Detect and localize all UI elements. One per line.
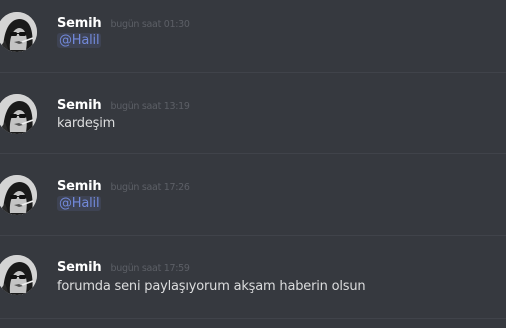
avatar-image — [0, 175, 37, 215]
message-divider — [0, 318, 506, 319]
username[interactable]: Semih — [57, 260, 102, 275]
timestamp: bugün saat 13:19 — [110, 101, 190, 112]
message-divider — [0, 153, 506, 154]
username[interactable]: Semih — [57, 179, 102, 194]
avatar-image — [0, 94, 37, 134]
avatar[interactable] — [0, 255, 37, 295]
message-content: kardeşim — [57, 116, 116, 131]
avatar[interactable] — [0, 175, 37, 215]
message-group: Semih bugün saat 13:19 kardeşim — [0, 82, 506, 164]
avatar[interactable] — [0, 12, 37, 52]
message-content: forumda seni paylaşıyorum akşam haberin … — [57, 279, 366, 294]
username[interactable]: Semih — [57, 98, 102, 113]
username[interactable]: Semih — [57, 16, 102, 31]
message-header: Semih bugün saat 13:19 — [57, 94, 190, 113]
avatar[interactable] — [0, 94, 37, 134]
avatar-image — [0, 12, 37, 52]
message-group: Semih bugün saat 17:59 forumda seni payl… — [0, 246, 506, 328]
message-header: Semih bugün saat 17:59 — [57, 256, 190, 275]
message-header: Semih bugün saat 17:26 — [57, 175, 190, 194]
message-divider — [0, 72, 506, 73]
timestamp: bugün saat 17:26 — [110, 182, 190, 193]
message-content: @Halil — [57, 33, 102, 48]
message-header: Semih bugün saat 01:30 — [57, 12, 190, 31]
message-group: Semih bugün saat 17:26 @Halil — [0, 164, 506, 246]
timestamp: bugün saat 17:59 — [110, 263, 190, 274]
message-list: Semih bugün saat 01:30 @Halil Semih bugü… — [0, 0, 506, 323]
timestamp: bugün saat 01:30 — [110, 19, 190, 30]
user-mention[interactable]: @Halil — [57, 196, 102, 211]
message-divider — [0, 235, 506, 236]
avatar-image — [0, 255, 37, 295]
message-group: Semih bugün saat 01:30 @Halil — [0, 0, 506, 82]
message-content: @Halil — [57, 196, 102, 211]
user-mention[interactable]: @Halil — [57, 33, 102, 48]
